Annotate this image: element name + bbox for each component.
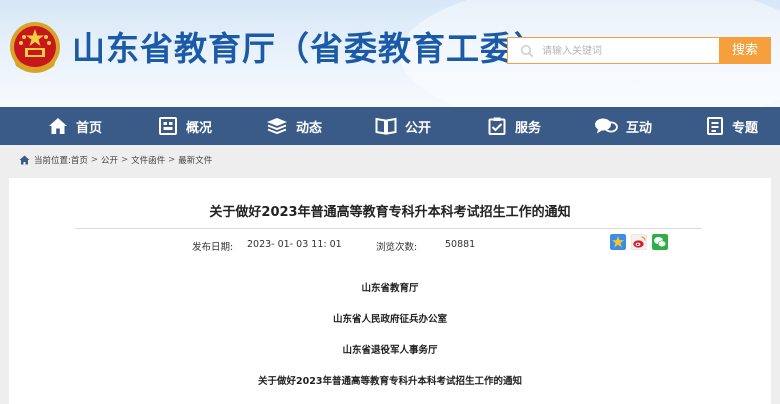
search-input[interactable] bbox=[542, 42, 712, 60]
publish-date: 2023- 01- 03 11: 01 bbox=[247, 239, 342, 250]
qzone-icon[interactable] bbox=[610, 234, 626, 250]
article-title: 关于做好2023年普通高等教育专科升本科考试招生工作的通知 bbox=[209, 205, 571, 220]
breadcrumb-separator: > bbox=[90, 155, 99, 165]
breadcrumb-public[interactable]: 公开 bbox=[101, 154, 118, 166]
breadcrumb-home[interactable]: 首页 bbox=[71, 154, 88, 166]
search-button[interactable]: 搜索 bbox=[719, 37, 771, 64]
nav-label: 公开 bbox=[405, 120, 432, 136]
open-book-icon bbox=[375, 117, 397, 135]
clipboard-icon bbox=[488, 117, 506, 135]
views-count: 50881 bbox=[445, 239, 476, 250]
breadcrumb-separator: > bbox=[168, 155, 176, 165]
views-label: 浏览次数: bbox=[376, 242, 418, 253]
issuer-1: 山东省教育厅 bbox=[361, 283, 419, 294]
issuer-2: 山东省人民政府征兵办公室 bbox=[332, 314, 447, 325]
nav-item-topics[interactable]: 专题 bbox=[706, 107, 758, 145]
issuer-3: 山东省退役军人事务厅 bbox=[342, 345, 438, 356]
nav-item-news[interactable]: 动态 bbox=[266, 107, 322, 145]
national-emblem-icon[interactable] bbox=[7, 20, 63, 76]
site-title[interactable]: 山东省教育厅（省委教育工委） bbox=[72, 27, 548, 71]
overview-icon bbox=[159, 117, 177, 135]
nav-item-home[interactable]: 首页 bbox=[48, 107, 102, 145]
nav-label: 概况 bbox=[186, 120, 213, 136]
wechat-icon[interactable] bbox=[652, 234, 668, 250]
search-box bbox=[507, 37, 719, 64]
breadcrumb-separator: > bbox=[121, 155, 129, 165]
nav-item-interaction[interactable]: 互动 bbox=[594, 107, 652, 145]
home-icon bbox=[19, 155, 30, 165]
layers-icon bbox=[267, 118, 287, 135]
breadcrumb-documents[interactable]: 文件函件 bbox=[131, 154, 165, 166]
nav-item-disclosure[interactable]: 公开 bbox=[375, 107, 431, 145]
document-icon bbox=[707, 117, 723, 135]
nav-label: 互动 bbox=[626, 120, 653, 136]
nav-label: 首页 bbox=[76, 120, 103, 136]
chat-bubbles-icon bbox=[595, 118, 618, 134]
body-heading: 关于做好2023年普通高等教育专科升本科考试招生工作的通知 bbox=[258, 376, 522, 387]
nav-item-services[interactable]: 服务 bbox=[487, 107, 541, 145]
weibo-icon[interactable] bbox=[631, 234, 647, 250]
search-icon bbox=[520, 44, 534, 58]
breadcrumb-prefix: 当前位置: bbox=[34, 156, 71, 166]
nav-label: 动态 bbox=[296, 120, 323, 136]
publish-date-label: 发布日期: bbox=[192, 242, 234, 253]
main-nav: 首页 概况 动态 公开 服务 互动 专题 bbox=[0, 107, 780, 145]
nav-label: 服务 bbox=[515, 120, 542, 136]
site-header: 山东省教育厅（省委教育工委） 搜索 bbox=[0, 0, 780, 107]
breadcrumb: 当前位置: 首页 > 公开 > 文件函件 > 最新文件 bbox=[19, 154, 212, 166]
breadcrumb-latest[interactable]: 最新文件 bbox=[178, 154, 212, 166]
nav-label: 专题 bbox=[732, 120, 759, 136]
home-icon bbox=[49, 118, 67, 134]
article-panel: 关于做好2023年普通高等教育专科升本科考试招生工作的通知 发布日期: 2023… bbox=[9, 178, 771, 404]
divider bbox=[75, 228, 702, 229]
nav-item-overview[interactable]: 概况 bbox=[158, 107, 212, 145]
